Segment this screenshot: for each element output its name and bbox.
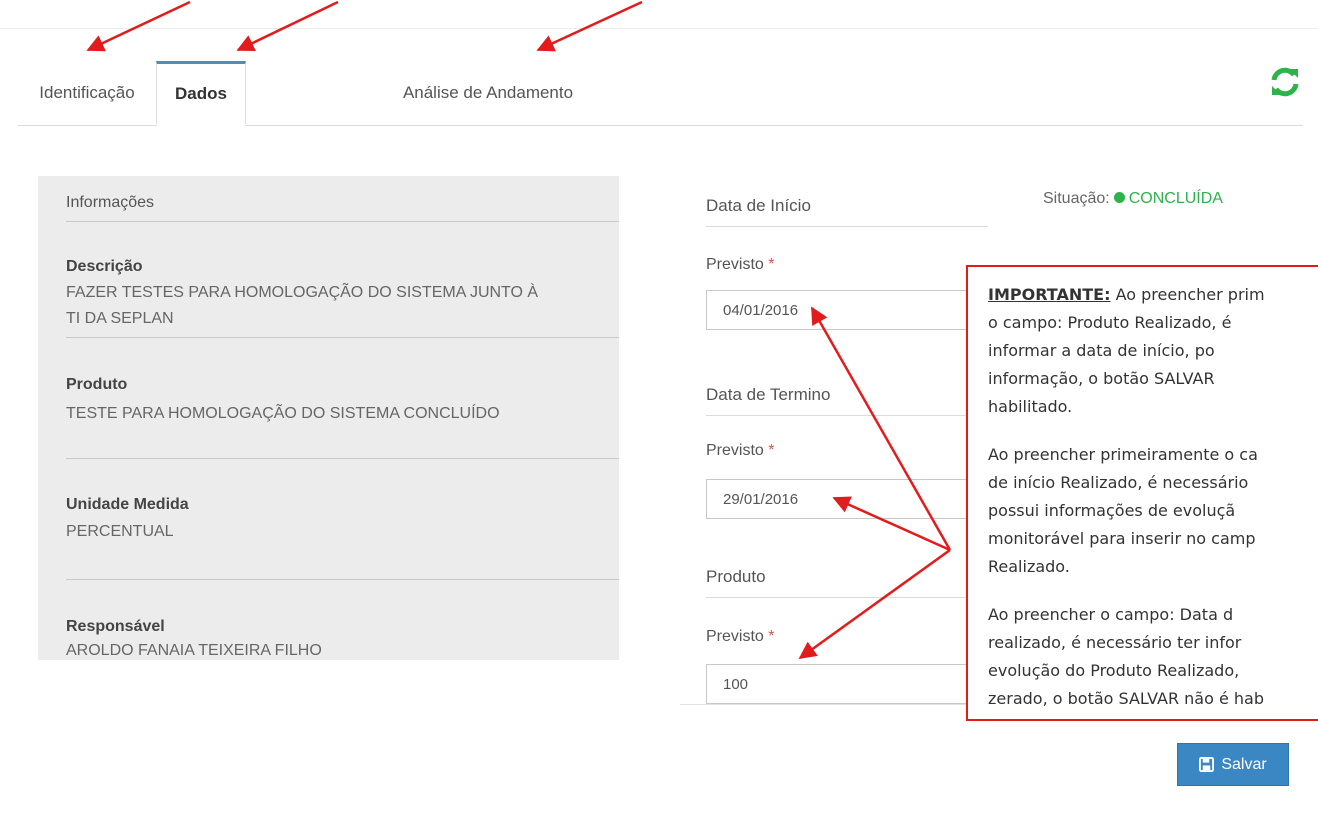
arrow-to-start-date [810,306,952,551]
arrow-to-end-date [832,496,951,552]
annotation-arrows [86,0,952,660]
arrow-to-tab-dados [236,0,339,52]
arrow-to-tab-analise [536,0,643,52]
arrow-to-product [798,548,951,660]
arrow-to-tab-identificacao [86,0,191,52]
